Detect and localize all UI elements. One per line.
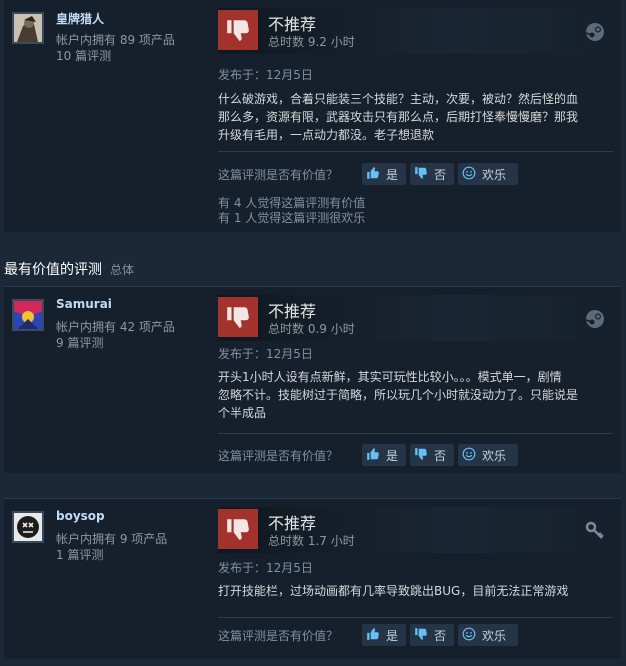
vote-header[interactable]: 不推荐 总时数 1.7 小时 [218, 507, 613, 553]
vote-funny-button[interactable]: 欢乐 [458, 624, 518, 646]
author-name[interactable]: boysop [56, 509, 105, 523]
thumbs-down-icon [414, 166, 428, 183]
section-subtitle: 总体 [110, 263, 135, 277]
posted-date: 发布于：12月5日 [218, 347, 313, 361]
review-card: Samurai 帐户内拥有 42 项产品 9 篇评测 不推荐 总时数 0.9 小… [4, 286, 621, 473]
review-count[interactable]: 9 篇评测 [56, 334, 103, 351]
thumbs-down-icon [218, 297, 258, 337]
thumbs-down-icon [218, 10, 258, 50]
avatar[interactable] [12, 511, 44, 543]
vote-yes-label: 是 [386, 448, 399, 463]
vote-yes-button[interactable]: 是 [362, 624, 406, 646]
review-content: 开头1小时人设有点新鲜，其实可玩性比较小。。。模式单一，剧情 忽略不计。技能树过… [218, 368, 613, 422]
thumbs-up-icon [366, 627, 380, 644]
vote-funny-label: 欢乐 [482, 448, 507, 463]
key-icon [585, 521, 605, 541]
review-count[interactable]: 10 篇评测 [56, 47, 111, 64]
recommendation-title: 不推荐 [268, 15, 317, 34]
vote-yes-button[interactable]: 是 [362, 444, 406, 466]
vote-no-label: 否 [434, 167, 447, 182]
section-title: 最有价值的评测 [4, 262, 102, 278]
vote-header[interactable]: 不推荐 总时数 0.9 小时 [218, 295, 613, 341]
divider [218, 617, 613, 618]
author-name[interactable]: Samurai [56, 297, 112, 311]
vote-funny-label: 欢乐 [482, 167, 507, 182]
review-card: boysop 帐户内拥有 9 项产品 1 篇评测 不推荐 总时数 1.7 小时 … [4, 498, 621, 659]
found-funny-count: 有 1 人觉得这篇评测很欢乐 [218, 211, 366, 225]
vote-no-label: 否 [434, 628, 447, 643]
vote-funny-label: 欢乐 [482, 628, 507, 643]
hours-played: 总时数 1.7 小时 [268, 534, 355, 548]
steam-icon [585, 309, 605, 329]
owned-products[interactable]: 帐户内拥有 9 项产品 [56, 530, 167, 547]
review-content: 什么破游戏，合着只能装三个技能？主动，次要，被动？然后怪的血 那么多，资源有限，… [218, 90, 613, 144]
thumbs-down-icon [414, 447, 428, 464]
posted-date: 发布于：12月5日 [218, 561, 313, 575]
avatar[interactable] [12, 12, 44, 44]
review-content: 打开技能栏，过场动画都有几率导致跳出BUG，目前无法正常游戏 [218, 582, 613, 600]
hours-played: 总时数 9.2 小时 [268, 35, 355, 49]
vote-yes-label: 是 [386, 628, 399, 643]
helpful-question: 这篇评测是否有价值？ [218, 168, 339, 182]
thumbs-down-icon [414, 627, 428, 644]
posted-date: 发布于：12月5日 [218, 68, 313, 82]
vote-header[interactable]: 不推荐 总时数 9.2 小时 [218, 8, 613, 54]
vote-funny-button[interactable]: 欢乐 [458, 163, 518, 185]
smiley-icon [462, 166, 476, 183]
review-card: 皇牌猎人 帐户内拥有 89 项产品 10 篇评测 不推荐 总时数 9.2 小时 … [4, 0, 621, 232]
thumbs-up-icon [366, 166, 380, 183]
review-text-line: 个半成品 [218, 406, 267, 420]
avatar[interactable] [12, 299, 44, 331]
vote-yes-label: 是 [386, 167, 399, 182]
review-text-line: 什么破游戏，合着只能装三个技能？主动，次要，被动？然后怪的血 [218, 92, 579, 106]
vote-no-button[interactable]: 否 [410, 624, 454, 646]
smiley-icon [462, 447, 476, 464]
author-name[interactable]: 皇牌猎人 [56, 10, 104, 27]
smiley-icon [462, 627, 476, 644]
review-text-line: 忽略不计。技能树过于简略，所以玩几个小时就没动力了。只能说是 [218, 388, 579, 402]
divider [218, 151, 613, 152]
owned-products[interactable]: 帐户内拥有 42 项产品 [56, 318, 175, 335]
helpful-question: 这篇评测是否有价值？ [218, 449, 339, 463]
vote-no-label: 否 [434, 448, 447, 463]
vote-no-button[interactable]: 否 [410, 444, 454, 466]
vote-no-button[interactable]: 否 [410, 163, 454, 185]
review-count[interactable]: 1 篇评测 [56, 546, 103, 563]
review-text-line: 开头1小时人设有点新鲜，其实可玩性比较小。。。模式单一，剧情 [218, 370, 562, 384]
recommendation-title: 不推荐 [268, 514, 317, 533]
thumbs-up-icon [366, 447, 380, 464]
owned-products[interactable]: 帐户内拥有 89 项产品 [56, 31, 175, 48]
recommendation-title: 不推荐 [268, 302, 317, 321]
helpful-question: 这篇评测是否有价值？ [218, 629, 339, 643]
thumbs-down-icon [218, 509, 258, 549]
review-text-line: 那么多，资源有限，武器攻击只有那么点，后期打怪奉慢慢磨？那我 [218, 110, 579, 124]
hours-played: 总时数 0.9 小时 [268, 322, 355, 336]
vote-funny-button[interactable]: 欢乐 [458, 444, 518, 466]
steam-icon [585, 22, 605, 42]
vote-yes-button[interactable]: 是 [362, 163, 406, 185]
review-text-line: 打开技能栏，过场动画都有几率导致跳出BUG，目前无法正常游戏 [218, 584, 569, 598]
divider [218, 433, 613, 434]
review-text-line: 升级有毛用，一点动力都没。老子想退款 [218, 128, 435, 142]
